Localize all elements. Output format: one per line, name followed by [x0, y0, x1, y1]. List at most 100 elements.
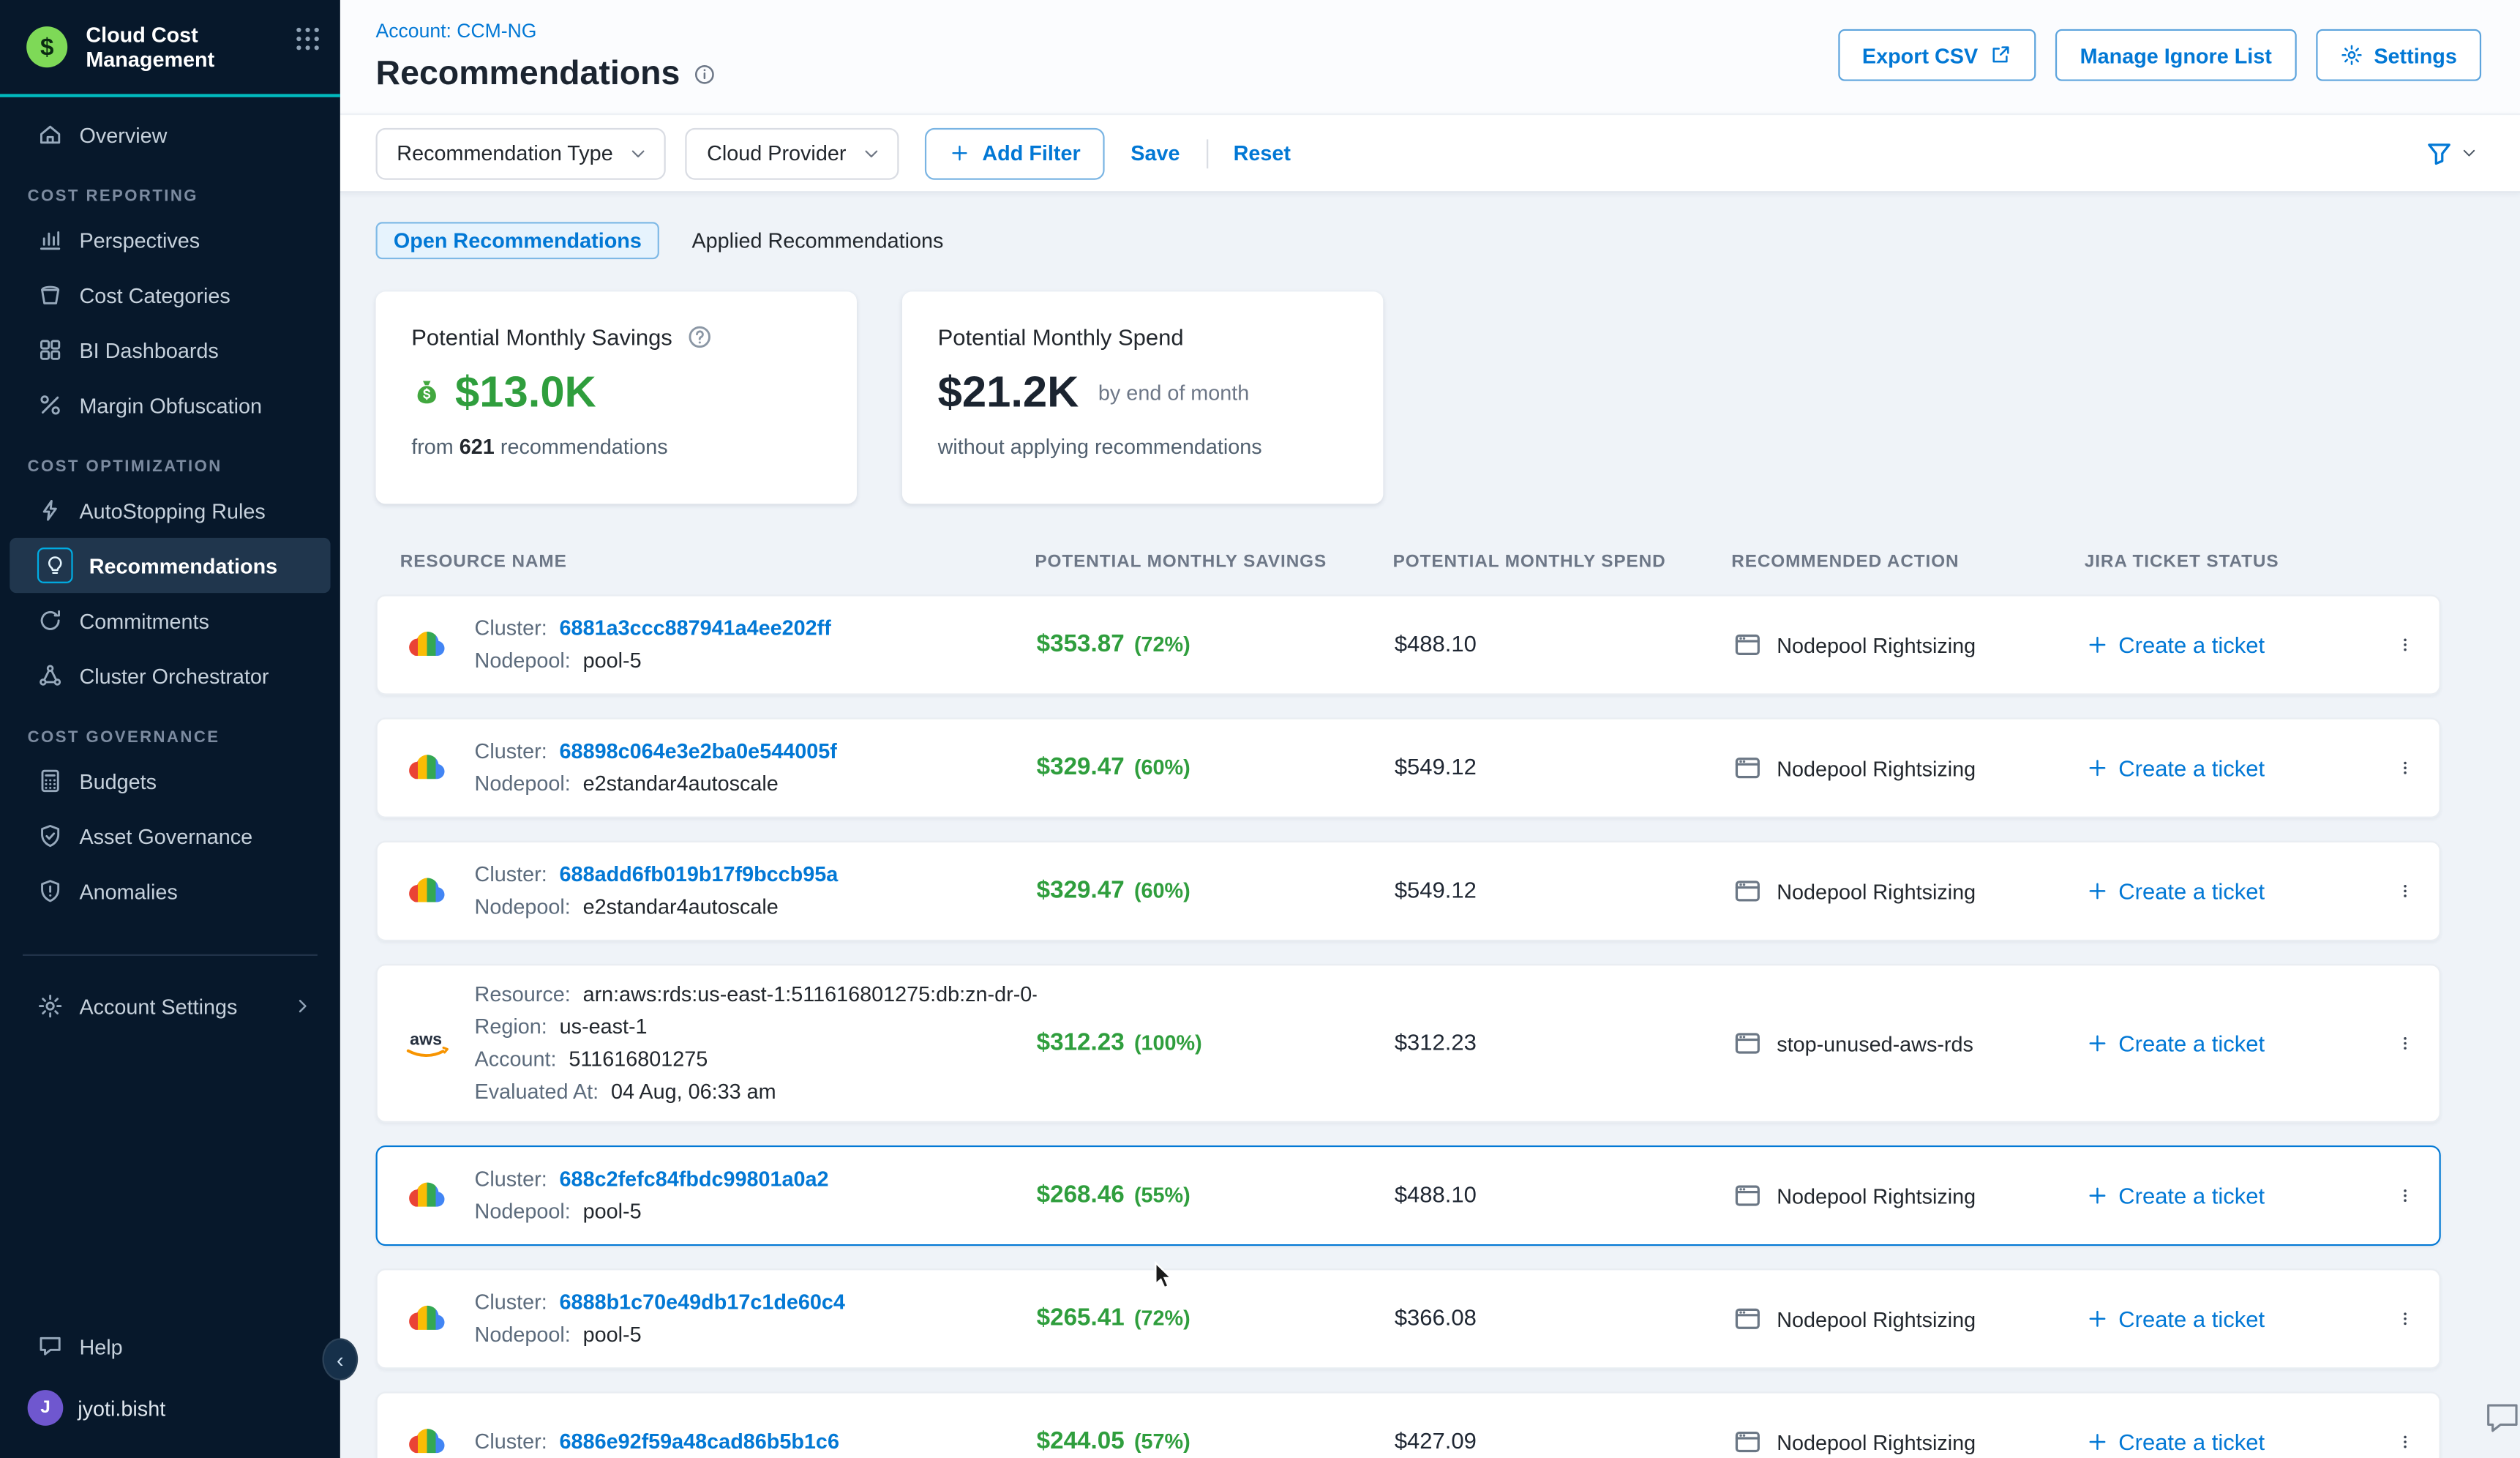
sidebar-item-cost-categories[interactable]: Cost Categories [10, 267, 330, 322]
sidebar-item-asset-governance[interactable]: Asset Governance [10, 809, 330, 864]
cluster-link[interactable]: 68898c064e3e2ba0e544005f [560, 739, 837, 763]
tab-open-recommendations[interactable]: Open Recommendations [376, 222, 660, 259]
filter-panel-toggle[interactable] [2425, 138, 2478, 168]
row-actions-menu[interactable] [2397, 624, 2440, 666]
avatar: J [28, 1390, 64, 1426]
create-ticket-button[interactable]: Create a ticket [2086, 1429, 2361, 1454]
sidebar-item-help[interactable]: Help [10, 1319, 330, 1374]
reset-filter-button[interactable]: Reset [1227, 141, 1297, 165]
nav-section-label: COST GOVERNANCE [28, 729, 340, 747]
spend-value: $488.10 [1395, 630, 1477, 656]
question-circle-icon[interactable] [687, 324, 713, 350]
resource-line: Nodepool: pool-5 [475, 1196, 1037, 1228]
resource-value: pool-5 [583, 1322, 642, 1346]
table-row[interactable]: Cluster: 688c2fefc84fbdc99801a0a2Nodepoo… [376, 1145, 2441, 1246]
table-row[interactable]: Cluster: 6886e92f59a48cad86b5b1c6$244.05… [376, 1391, 2441, 1458]
create-ticket-label: Create a ticket [2118, 1183, 2265, 1208]
cluster-link[interactable]: 688add6fb019b17f9bccb95a [560, 862, 839, 886]
sidebar-item-label: Anomalies [79, 879, 177, 903]
cluster-link[interactable]: 6881a3ccc887941a4ee202ff [560, 616, 831, 640]
sidebar-item-perspectives[interactable]: Perspectives [10, 212, 330, 267]
row-actions-menu[interactable] [2397, 1298, 2440, 1340]
resource-label: Nodepool: [475, 648, 577, 672]
user-menu[interactable]: J jyoti.bisht [0, 1374, 340, 1442]
table-row[interactable]: Cluster: 6888b1c70e49db17c1de60c4Nodepoo… [376, 1268, 2441, 1369]
console-icon [1733, 1029, 1762, 1058]
cluster-link[interactable]: 688c2fefc84fbdc99801a0a2 [560, 1167, 829, 1191]
resource-value: pool-5 [583, 1199, 642, 1223]
savings-percent: (72%) [1134, 632, 1190, 656]
create-ticket-button[interactable]: Create a ticket [2086, 1183, 2361, 1208]
row-actions-menu[interactable] [2397, 870, 2440, 913]
spend-card-footer: without applying recommendations [938, 434, 1348, 458]
resource-cell: Cluster: 688c2fefc84fbdc99801a0a2Nodepoo… [475, 1163, 1037, 1228]
export-csv-button[interactable]: Export CSV [1838, 29, 2036, 81]
action-cell: Nodepool Rightsizing [1733, 1304, 2086, 1334]
create-ticket-label: Create a ticket [2118, 632, 2265, 657]
console-icon [1733, 630, 1762, 659]
row-actions-menu[interactable] [2397, 1175, 2440, 1217]
gcp-cloud-icon [403, 629, 449, 661]
table-row[interactable]: Cluster: 68898c064e3e2ba0e544005fNodepoo… [376, 718, 2441, 818]
table-row[interactable]: Cluster: 6881a3ccc887941a4ee202ffNodepoo… [376, 594, 2441, 695]
autostopping-icon [37, 498, 63, 523]
add-filter-button[interactable]: Add Filter [926, 127, 1105, 179]
module-grid-icon[interactable] [295, 26, 320, 51]
settings-button[interactable]: Settings [2316, 29, 2481, 81]
ccm-logo-icon: $ [23, 23, 71, 71]
manage-ignore-list-button[interactable]: Manage Ignore List [2055, 29, 2296, 81]
create-ticket-label: Create a ticket [2118, 755, 2265, 780]
provider-cell [378, 1179, 475, 1211]
sidebar-item-anomalies[interactable]: Anomalies [10, 864, 330, 919]
info-icon[interactable] [693, 63, 716, 86]
gcp-cloud-icon [403, 1179, 449, 1211]
create-ticket-button[interactable]: Create a ticket [2086, 878, 2361, 904]
sidebar-item-label: BI Dashboards [79, 338, 218, 362]
sidebar-item-recommendations[interactable]: Recommendations [10, 538, 330, 593]
sidebar-item-bi-dashboards[interactable]: BI Dashboards [10, 322, 330, 377]
help-label: Help [79, 1334, 122, 1358]
tab-applied-recommendations[interactable]: Applied Recommendations [682, 222, 953, 259]
main-area: Account: CCM-NG Recommendations Export C… [340, 0, 2520, 1458]
chevron-down-icon [863, 143, 882, 163]
filter-bar: Recommendation Type Cloud Provider Add F… [340, 113, 2520, 192]
spend-cell: $312.23 [1395, 1029, 1733, 1058]
sidebar-item-account-settings[interactable]: Account Settings [10, 979, 330, 1033]
row-actions-menu[interactable] [2397, 747, 2440, 789]
sidebar-item-margin-obfuscation[interactable]: Margin Obfuscation [10, 378, 330, 433]
sidebar-item-cluster-orchestrator[interactable]: Cluster Orchestrator [10, 648, 330, 703]
save-filter-button[interactable]: Save [1124, 141, 1186, 165]
cluster-icon [37, 662, 63, 688]
action-cell: Nodepool Rightsizing [1733, 1181, 2086, 1211]
spend-value: $549.12 [1395, 877, 1477, 902]
cloud-provider-dropdown[interactable]: Cloud Provider [686, 127, 899, 179]
cluster-link[interactable]: 6888b1c70e49db17c1de60c4 [560, 1290, 845, 1314]
user-name: jyoti.bisht [78, 1396, 165, 1420]
support-chat-icon[interactable] [2481, 1397, 2520, 1439]
spend-cell: $549.12 [1395, 877, 1733, 906]
savings-percent: (60%) [1134, 878, 1190, 902]
sidebar-item-label: Margin Obfuscation [79, 393, 262, 417]
sidebar-item-autostopping-rules[interactable]: AutoStopping Rules [10, 483, 330, 538]
potential-spend-card: Potential Monthly Spend $21.2K by end of… [902, 291, 1383, 504]
gcp-cloud-icon [403, 1303, 449, 1335]
gcp-cloud-icon [403, 1426, 449, 1458]
create-ticket-button[interactable]: Create a ticket [2086, 755, 2361, 780]
breadcrumb-account[interactable]: Account: CCM-NG [376, 20, 537, 42]
table-row[interactable]: awsResource: arn:aws:rds:us-east-1:51161… [376, 964, 2441, 1123]
recommendation-type-dropdown[interactable]: Recommendation Type [376, 127, 667, 179]
sidebar-collapse-button[interactable]: ‹ [322, 1338, 358, 1380]
create-ticket-button[interactable]: Create a ticket [2086, 1031, 2361, 1056]
table-row[interactable]: Cluster: 688add6fb019b17f9bccb95aNodepoo… [376, 841, 2441, 941]
cluster-link[interactable]: 6886e92f59a48cad86b5b1c6 [560, 1429, 839, 1453]
resource-line: Nodepool: pool-5 [475, 645, 1037, 677]
create-ticket-button[interactable]: Create a ticket [2086, 1306, 2361, 1331]
create-ticket-button[interactable]: Create a ticket [2086, 632, 2361, 657]
row-actions-menu[interactable] [2397, 1421, 2440, 1458]
savings-amount: $329.47 [1037, 753, 1125, 781]
sidebar-item-commitments[interactable]: Commitments [10, 593, 330, 648]
recommendations-table: RESOURCE NAME POTENTIAL MONTHLY SAVINGS … [376, 553, 2441, 1458]
row-actions-menu[interactable] [2397, 1023, 2440, 1065]
sidebar-item-overview[interactable]: Overview [10, 107, 330, 162]
sidebar-item-budgets[interactable]: Budgets [10, 753, 330, 808]
